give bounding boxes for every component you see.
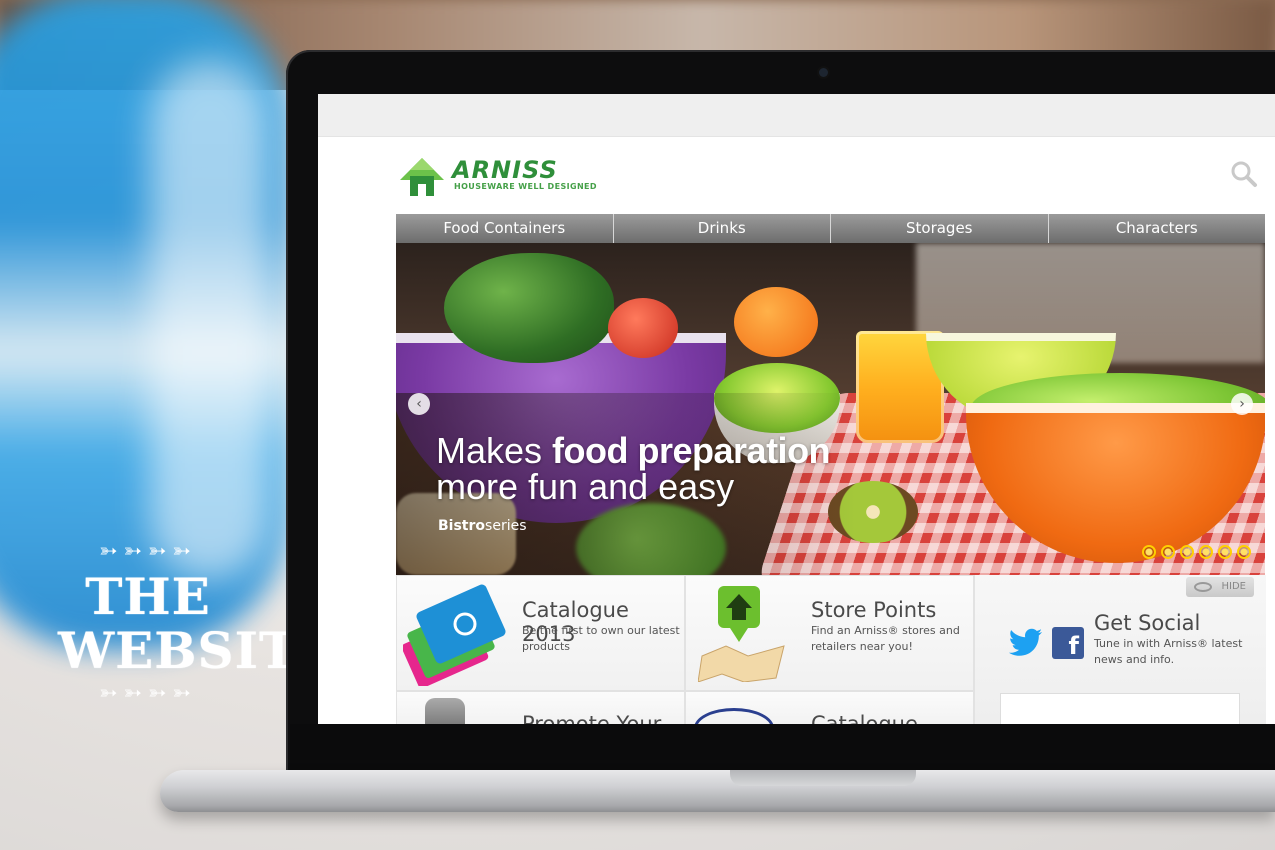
stamp-title-line2: WEBSITE bbox=[58, 621, 337, 680]
arniss-logo[interactable]: ARNISS HOUSEWARE WELL DESIGNED bbox=[396, 154, 616, 198]
hero-headline-plain: Makes bbox=[436, 430, 553, 471]
search-icon[interactable] bbox=[1230, 160, 1258, 188]
nav-storages[interactable]: Storages bbox=[831, 214, 1049, 243]
panel-social-desc: Tune in with Arniss® latest news and inf… bbox=[1094, 637, 1243, 666]
hero-headline-bold: food preparation bbox=[552, 430, 831, 471]
slider-dot[interactable] bbox=[1218, 545, 1232, 559]
nav-food-containers[interactable]: Food Containers bbox=[396, 214, 614, 243]
hero-headline-line2: more fun and easy bbox=[436, 466, 735, 507]
slider-dot[interactable] bbox=[1180, 545, 1194, 559]
hero-headline: Makes food preparation more fun and easy bbox=[436, 430, 831, 507]
hide-button-label: HIDE bbox=[1221, 581, 1247, 592]
brand-name: ARNISS bbox=[452, 156, 558, 184]
hero-orange bbox=[734, 287, 818, 357]
laptop-chin bbox=[290, 724, 1275, 770]
panel-catalogue[interactable]: Catalogue 2013 Be the first to own our l… bbox=[396, 575, 685, 691]
panel-promote-title: Promote Your bbox=[522, 712, 662, 724]
slider-dot[interactable] bbox=[1161, 545, 1175, 559]
laptop-screen: ARNISS HOUSEWARE WELL DESIGNED Food Cont… bbox=[318, 94, 1275, 724]
nav-drinks[interactable]: Drinks bbox=[613, 214, 831, 243]
tree-house-icon bbox=[400, 158, 444, 196]
social-feed-box bbox=[1000, 693, 1240, 724]
eye-icon bbox=[1194, 582, 1212, 592]
nav-characters[interactable]: Characters bbox=[1048, 214, 1265, 243]
laptop-camera bbox=[819, 68, 828, 77]
stamp-title-line1: THE bbox=[85, 567, 211, 626]
browser-top-bar bbox=[318, 94, 1275, 137]
panel-catalogue-lower[interactable]: Catalogue bbox=[685, 691, 974, 724]
feature-panels: Catalogue 2013 Be the first to own our l… bbox=[396, 575, 1266, 724]
slider-dot[interactable] bbox=[1199, 545, 1213, 559]
laptop-notch bbox=[730, 770, 916, 786]
panel-catalogue-desc: Be the first to own our latest products bbox=[522, 624, 680, 653]
facebook-icon[interactable]: f bbox=[1052, 627, 1084, 660]
series-name-plain: series bbox=[485, 518, 527, 534]
background-bottle-highlight bbox=[150, 60, 270, 580]
slider-prev-arrow-icon[interactable]: ‹ bbox=[408, 393, 430, 415]
panel-promote[interactable]: Promote Your bbox=[396, 691, 685, 724]
panel-social-title: Get Social bbox=[1094, 611, 1201, 635]
laptop-base bbox=[160, 770, 1275, 812]
panel-store-desc: Find an Arniss® stores and retailers nea… bbox=[811, 624, 960, 653]
hide-button[interactable]: HIDE bbox=[1186, 577, 1254, 597]
main-nav: Food Containers Drinks Storages Characte… bbox=[396, 214, 1265, 243]
hero-green-pepper bbox=[444, 253, 614, 363]
hero-series-label[interactable]: Bistroseries bbox=[438, 518, 527, 534]
slider-next-arrow-icon[interactable]: › bbox=[1231, 393, 1253, 415]
catalogue-badge-icon bbox=[694, 708, 774, 724]
panel-catalogue-lower-title: Catalogue bbox=[811, 712, 918, 724]
slider-dot[interactable] bbox=[1237, 545, 1251, 559]
arrows-bottom-ornament: ➳➳➳➳ bbox=[99, 681, 197, 706]
panel-store-points[interactable]: Store Points Find an Arniss® stores and … bbox=[685, 575, 974, 691]
stamp-title: THE WEBSITE bbox=[58, 567, 337, 680]
twitter-icon[interactable] bbox=[1008, 627, 1044, 659]
the-website-stamp: ➳➳➳➳ THE WEBSITE ➳➳➳➳ bbox=[58, 539, 337, 706]
series-name-bold: Bistro bbox=[438, 518, 486, 534]
hero-headline-line1: Makes food preparation bbox=[436, 430, 831, 471]
store-map-pin-icon bbox=[698, 586, 785, 682]
promote-can-icon bbox=[425, 698, 465, 724]
arrows-top-ornament: ➳➳➳➳ bbox=[99, 539, 197, 564]
slider-dots bbox=[1142, 545, 1251, 559]
brand-tagline: HOUSEWARE WELL DESIGNED bbox=[454, 182, 597, 191]
panel-store-title: Store Points bbox=[811, 598, 937, 622]
hero-slider[interactable]: Makes food preparation more fun and easy… bbox=[396, 243, 1265, 575]
hero-tomato bbox=[608, 298, 678, 358]
slider-dot[interactable] bbox=[1142, 545, 1156, 559]
catalogue-books-icon bbox=[403, 584, 506, 686]
